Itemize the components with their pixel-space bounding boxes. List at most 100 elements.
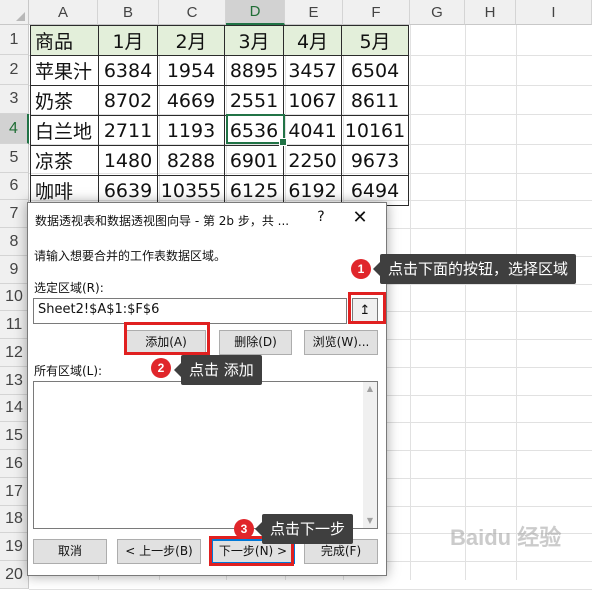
table-cell[interactable]: 6504 <box>341 55 409 86</box>
tip-step-1: 点击下面的按钮，选择区域 <box>372 254 577 284</box>
row-header-11[interactable]: 11 <box>0 311 29 339</box>
header-cell[interactable]: 商品 <box>30 25 99 56</box>
row-header-9[interactable]: 9 <box>0 256 29 284</box>
range-input[interactable]: Sheet2!$A$1:$F$6 <box>33 298 347 324</box>
column-header-d[interactable]: D <box>226 0 285 25</box>
header-cell[interactable]: 5月 <box>341 25 409 56</box>
table-cell[interactable]: 白兰地 <box>30 115 99 146</box>
column-header-c[interactable]: C <box>159 0 226 25</box>
table-cell[interactable]: 6125 <box>224 175 284 206</box>
step-badge-3: 3 <box>234 519 254 539</box>
row-header-16[interactable]: 16 <box>0 450 29 478</box>
row-header-12[interactable]: 12 <box>0 339 29 367</box>
row-header-6[interactable]: 6 <box>0 173 29 200</box>
table-cell[interactable]: 1480 <box>98 145 158 176</box>
scroll-up-icon[interactable]: ▲ <box>363 382 377 396</box>
table-cell[interactable]: 4041 <box>283 115 342 146</box>
select-all-corner[interactable] <box>0 0 29 25</box>
list-scrollbar[interactable]: ▲ ▼ <box>363 382 377 528</box>
table-row: 凉茶 1480 8288 6901 2250 9673 <box>30 145 409 176</box>
scroll-down-icon[interactable]: ▼ <box>363 514 377 528</box>
column-header-e[interactable]: E <box>285 0 343 25</box>
column-header-f[interactable]: F <box>343 0 410 25</box>
help-button[interactable]: ? <box>313 209 329 225</box>
baidu-watermark: Baidu 经验 <box>450 525 562 550</box>
table-cell[interactable]: 1067 <box>283 85 342 116</box>
table-cell[interactable]: 6494 <box>341 175 409 206</box>
row-header-20[interactable]: 20 <box>0 561 29 589</box>
gridline <box>465 25 466 580</box>
table-cell[interactable]: 10161 <box>341 115 409 146</box>
instruction-text: 请输入想要合并的工作表数据区域。 <box>34 249 227 263</box>
table-cell[interactable]: 苹果汁 <box>30 55 99 86</box>
header-cell[interactable]: 4月 <box>283 25 342 56</box>
header-cell[interactable]: 2月 <box>157 25 225 56</box>
all-ranges-list[interactable]: ▲ ▼ <box>33 381 378 529</box>
row-header-7[interactable]: 7 <box>0 200 29 228</box>
table-cell[interactable]: 1193 <box>157 115 225 146</box>
all-ranges-label: 所有区域(L): <box>34 364 103 378</box>
table-cell[interactable]: 6639 <box>98 175 158 206</box>
gridline <box>516 25 517 580</box>
header-cell[interactable]: 1月 <box>98 25 158 56</box>
row-header-10[interactable]: 10 <box>0 284 29 311</box>
table-cell[interactable]: 1954 <box>157 55 225 86</box>
tip-step-2: 点击 添加 <box>174 355 262 385</box>
table-cell[interactable]: 凉茶 <box>30 145 99 176</box>
column-header-b[interactable]: B <box>98 0 159 25</box>
step-badge-2: 2 <box>151 358 171 378</box>
table-row: 咖啡 6639 10355 6125 6192 6494 <box>30 175 409 206</box>
table-cell[interactable]: 6192 <box>283 175 342 206</box>
table-cell[interactable]: 9673 <box>341 145 409 176</box>
data-table: 商品 1月 2月 3月 4月 5月 苹果汁 6384 1954 8895 345… <box>30 25 409 206</box>
cancel-button[interactable]: 取消 <box>33 539 107 564</box>
delete-button[interactable]: 删除(D) <box>219 330 292 355</box>
browse-button[interactable]: 浏览(W)... <box>304 330 378 355</box>
prev-button[interactable]: < 上一步(B) <box>117 539 201 564</box>
table-cell[interactable]: 8288 <box>157 145 225 176</box>
table-cell[interactable]: 2711 <box>98 115 158 146</box>
table-cell[interactable]: 奶茶 <box>30 85 99 116</box>
range-label: 选定区域(R): <box>34 281 104 295</box>
table-cell[interactable]: 10355 <box>157 175 225 206</box>
column-header-h[interactable]: H <box>465 0 516 25</box>
table-cell[interactable]: 6901 <box>224 145 284 176</box>
row-header-18[interactable]: 18 <box>0 506 29 533</box>
column-header-i[interactable]: I <box>516 0 592 25</box>
dialog-title: 数据透视表和数据透视图向导 - 第 2b 步，共 ... <box>35 214 290 228</box>
row-header-2[interactable]: 2 <box>0 55 29 85</box>
highlight-add-button <box>124 322 210 355</box>
table-cell[interactable]: 4669 <box>157 85 225 116</box>
table-cell[interactable]: 3457 <box>283 55 342 86</box>
table-cell[interactable]: 8702 <box>98 85 158 116</box>
table-row: 苹果汁 6384 1954 8895 3457 6504 <box>30 55 409 86</box>
step-badge-1: 1 <box>351 259 371 279</box>
close-icon[interactable]: ✕ <box>350 207 370 228</box>
table-cell[interactable]: 2551 <box>224 85 284 116</box>
table-cell[interactable]: 咖啡 <box>30 175 99 206</box>
column-header-a[interactable]: A <box>29 0 98 25</box>
row-header-17[interactable]: 17 <box>0 478 29 506</box>
row-header-5[interactable]: 5 <box>0 144 29 173</box>
row-header-15[interactable]: 15 <box>0 422 29 450</box>
row-header-13[interactable]: 13 <box>0 367 29 395</box>
row-header-1[interactable]: 1 <box>0 25 29 55</box>
row-header-14[interactable]: 14 <box>0 395 29 422</box>
column-header-g[interactable]: G <box>410 0 465 25</box>
table-cell[interactable]: 8895 <box>224 55 284 86</box>
gridline <box>410 25 411 580</box>
table-row: 奶茶 8702 4669 2551 1067 8611 <box>30 85 409 116</box>
row-header-8[interactable]: 8 <box>0 228 29 256</box>
row-header-3[interactable]: 3 <box>0 85 29 114</box>
highlight-collapse-button <box>348 292 386 324</box>
table-header-row: 商品 1月 2月 3月 4月 5月 <box>30 25 409 56</box>
active-cell-cursor <box>226 114 287 146</box>
tip-step-3: 点击下一步 <box>254 514 354 544</box>
row-header-19[interactable]: 19 <box>0 533 29 561</box>
table-cell[interactable]: 2250 <box>283 145 342 176</box>
table-cell[interactable]: 8611 <box>341 85 409 116</box>
row-header-4[interactable]: 4 <box>0 114 29 144</box>
table-row: 白兰地 2711 1193 6536 4041 10161 <box>30 115 409 146</box>
table-cell[interactable]: 6384 <box>98 55 158 86</box>
header-cell[interactable]: 3月 <box>224 25 284 56</box>
